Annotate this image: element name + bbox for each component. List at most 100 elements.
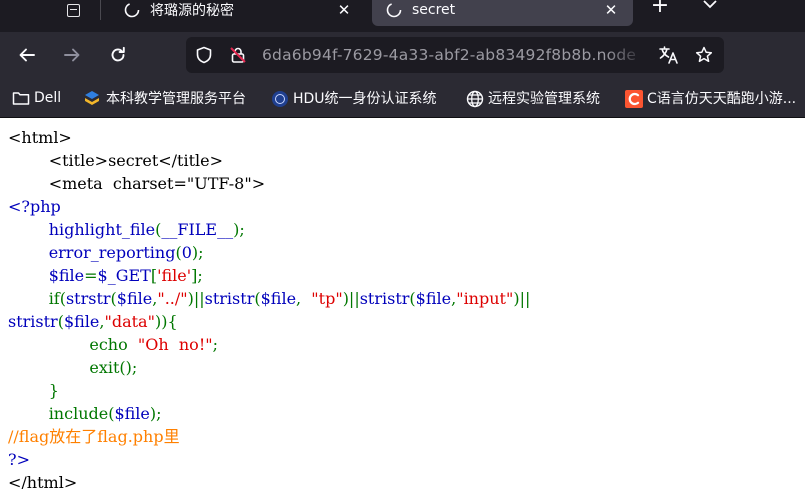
code-token: ); [233, 220, 245, 239]
back-arrow-icon [19, 48, 35, 62]
firefox-view-button[interactable] [58, 0, 88, 20]
code-line: exit(); [8, 356, 530, 379]
bookmark-c-game[interactable]: C语言仿天天酷跑小游... [625, 88, 796, 108]
insecure-lock-icon[interactable] [229, 46, 247, 64]
reload-button[interactable] [104, 41, 132, 69]
code-token: stristr [8, 312, 58, 331]
code-token: $file [8, 266, 85, 285]
code-line: <?php [8, 195, 530, 218]
code-line: <meta charset="UTF-8"> [8, 172, 530, 195]
chevron-down-icon [703, 0, 717, 9]
code-token: ); [149, 404, 162, 423]
code-token: )|| [187, 289, 205, 308]
code-token: <?php [8, 197, 61, 216]
code-token: $file [114, 404, 150, 423]
tab-strip: 将璐源的秘密 ✕ secret ✕ + [0, 0, 805, 32]
bookmark-teaching-platform[interactable]: 本科教学管理服务平台 [84, 88, 246, 108]
translate-icon[interactable] [658, 45, 680, 65]
code-token: } [8, 381, 59, 400]
code-line: <html> [8, 126, 530, 149]
code-token: )){ [154, 312, 178, 331]
list-all-tabs-button[interactable] [698, 0, 722, 15]
tab-active[interactable]: secret ✕ [372, 0, 633, 26]
code-line: ?> [8, 448, 530, 471]
forward-arrow-icon [64, 48, 80, 62]
code-token: "../" [157, 289, 188, 308]
code-token: "data" [104, 312, 155, 331]
firefox-view-icon [66, 3, 80, 17]
forward-button[interactable] [58, 41, 86, 69]
code-token: include( [8, 404, 115, 423]
url-text[interactable]: 6da6b94f-7629-4a33-abf2-ab83492f8b8b.nod… [262, 46, 648, 64]
code-line: highlight_file(__FILE__); [8, 218, 530, 241]
tab-separator [100, 0, 101, 20]
bookmark-remote-lab[interactable]: 远程实验管理系统 [466, 88, 600, 108]
code-token: //flag放在了flag.php里 [8, 427, 180, 446]
code-token: <html> [8, 128, 72, 147]
bookmark-hdu-auth[interactable]: HDU统一身份认证系统 [271, 88, 437, 108]
tab-inactive[interactable]: 将璐源的秘密 ✕ [110, 0, 366, 26]
bookmark-label: 远程实验管理系统 [488, 91, 600, 107]
code-token: "tp" [311, 289, 343, 308]
code-token: "input" [456, 289, 514, 308]
globe-icon [466, 90, 484, 108]
code-token: <title>secret</title> [8, 151, 224, 170]
code-token: 0 [181, 243, 192, 262]
code-token: exit [8, 358, 120, 377]
code-line: include($file); [8, 402, 530, 425]
tab-title: secret [412, 2, 456, 18]
code-token: <meta charset="UTF-8"> [8, 174, 266, 193]
php-source-code: <html> <title>secret</title> <meta chars… [8, 126, 530, 489]
code-line: if(strstr($file,"../")||stristr($file, "… [8, 287, 531, 310]
code-token: error_reporting [8, 243, 176, 262]
code-token: ?> [8, 450, 30, 469]
hdu-logo-icon [271, 90, 288, 107]
code-token: $file [116, 289, 153, 308]
back-button[interactable] [13, 41, 41, 69]
code-line: </html> [8, 471, 530, 489]
code-token: $file [415, 289, 452, 308]
code-token: ); [191, 243, 204, 262]
shield-icon[interactable] [195, 46, 213, 64]
code-token: )|| [513, 289, 531, 308]
code-token: $_GET [97, 266, 151, 285]
folder-icon [12, 90, 30, 106]
code-token: highlight_file [8, 220, 156, 239]
code-line: stristr($file,"data")){ [8, 310, 530, 333]
code-token: ; [212, 335, 218, 354]
code-line: echo "Oh no!"; [8, 333, 530, 356]
code-token: if( [8, 289, 66, 308]
url-bar[interactable]: 6da6b94f-7629-4a33-abf2-ab83492f8b8b.nod… [186, 37, 724, 73]
reload-icon [111, 46, 125, 62]
code-line: error_reporting(0); [8, 241, 530, 264]
code-token: = [84, 266, 98, 285]
url-fade [606, 37, 646, 73]
bookmark-label: C语言仿天天酷跑小游... [647, 91, 797, 107]
code-token: stristr [359, 289, 410, 308]
bookmark-label: 本科教学管理服务平台 [106, 91, 246, 107]
code-line: //flag放在了flag.php里 [8, 425, 530, 448]
code-token: echo [8, 335, 138, 354]
code-token: $file [63, 312, 100, 331]
code-line: $file=$_GET['file']; [8, 264, 530, 287]
tab-close-icon[interactable]: ✕ [603, 2, 619, 18]
code-token: strstr [65, 289, 111, 308]
bookmark-star-icon[interactable] [695, 46, 713, 64]
new-tab-button[interactable]: + [648, 0, 672, 18]
code-token: )|| [342, 289, 360, 308]
code-token: "Oh no!" [137, 335, 213, 354]
bookmark-dell[interactable]: Dell [12, 88, 61, 108]
code-token: ]; [191, 266, 203, 285]
code-token: $file [260, 289, 297, 308]
tab-favicon-icon [386, 2, 402, 18]
csdn-logo-icon [625, 90, 643, 108]
code-token: 'file' [157, 266, 192, 285]
tab-close-icon[interactable]: ✕ [336, 2, 352, 18]
teaching-platform-logo-icon [84, 90, 100, 106]
bookmark-label: Dell [34, 90, 62, 106]
tab-favicon-icon [124, 2, 140, 18]
bookmarks-toolbar: Dell 本科教学管理服务平台 HDU统一身份认证系统 远程实验管理系统 C语言… [0, 78, 805, 118]
code-token: , [296, 289, 312, 308]
code-token: stristr [204, 289, 255, 308]
code-token: (); [119, 358, 138, 377]
